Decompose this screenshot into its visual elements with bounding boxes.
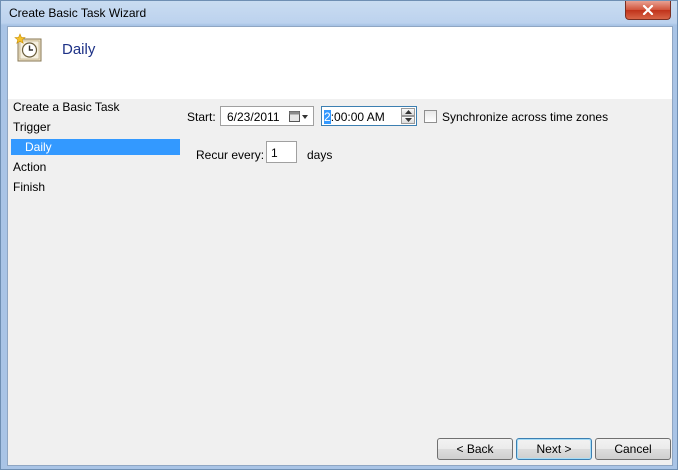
recur-days-value: 1 xyxy=(271,146,278,160)
start-time-rest: :00:00 AM xyxy=(330,110,385,124)
recur-unit-label: days xyxy=(307,148,333,162)
wizard-window: Create Basic Task Wizard Daily Create a … xyxy=(0,0,678,470)
title-bar[interactable]: Create Basic Task Wizard xyxy=(1,1,677,25)
nav-step-daily: Daily xyxy=(11,139,180,155)
start-time-value: 2:00:00 AM xyxy=(324,110,385,124)
start-date-picker[interactable]: 6/23/2011 xyxy=(220,106,314,126)
nav-step-action: Action xyxy=(13,160,47,174)
start-date-value: 6/23/2011 xyxy=(227,110,280,124)
recur-label: Recur every: xyxy=(196,148,265,162)
spin-up-icon xyxy=(404,110,412,114)
recur-days-input[interactable]: 1 xyxy=(266,141,297,163)
wizard-client-area: Daily Create a Basic Task Trigger Daily … xyxy=(7,26,673,466)
nav-step-trigger: Trigger xyxy=(13,120,51,134)
next-button[interactable]: Next > xyxy=(516,438,592,460)
page-title: Daily xyxy=(62,41,96,58)
wizard-header: Daily xyxy=(8,27,672,99)
nav-step-finish: Finish xyxy=(13,180,46,194)
window-title: Create Basic Task Wizard xyxy=(9,6,147,20)
sync-time-zones-label: Synchronize across time zones xyxy=(442,110,609,124)
clock-task-icon xyxy=(14,33,42,62)
wizard-steps-nav: Create a Basic Task Trigger Daily Action… xyxy=(8,99,180,465)
spin-down-icon xyxy=(404,118,412,122)
calendar-dropdown-icon[interactable] xyxy=(289,110,309,123)
spin-down-button[interactable] xyxy=(401,116,415,124)
start-time-picker[interactable]: 2:00:00 AM xyxy=(321,106,417,126)
start-label: Start: xyxy=(187,110,216,124)
close-button[interactable] xyxy=(625,1,671,20)
nav-step-create-basic-task: Create a Basic Task xyxy=(13,100,120,114)
close-icon xyxy=(642,5,654,15)
spin-up-button[interactable] xyxy=(401,108,415,116)
sync-time-zones-checkbox[interactable] xyxy=(424,110,437,123)
cancel-button[interactable]: Cancel xyxy=(595,438,671,460)
time-spinner[interactable] xyxy=(401,108,415,124)
back-button[interactable]: < Back xyxy=(437,438,513,460)
start-time-hour-selected: 2 xyxy=(324,110,331,124)
